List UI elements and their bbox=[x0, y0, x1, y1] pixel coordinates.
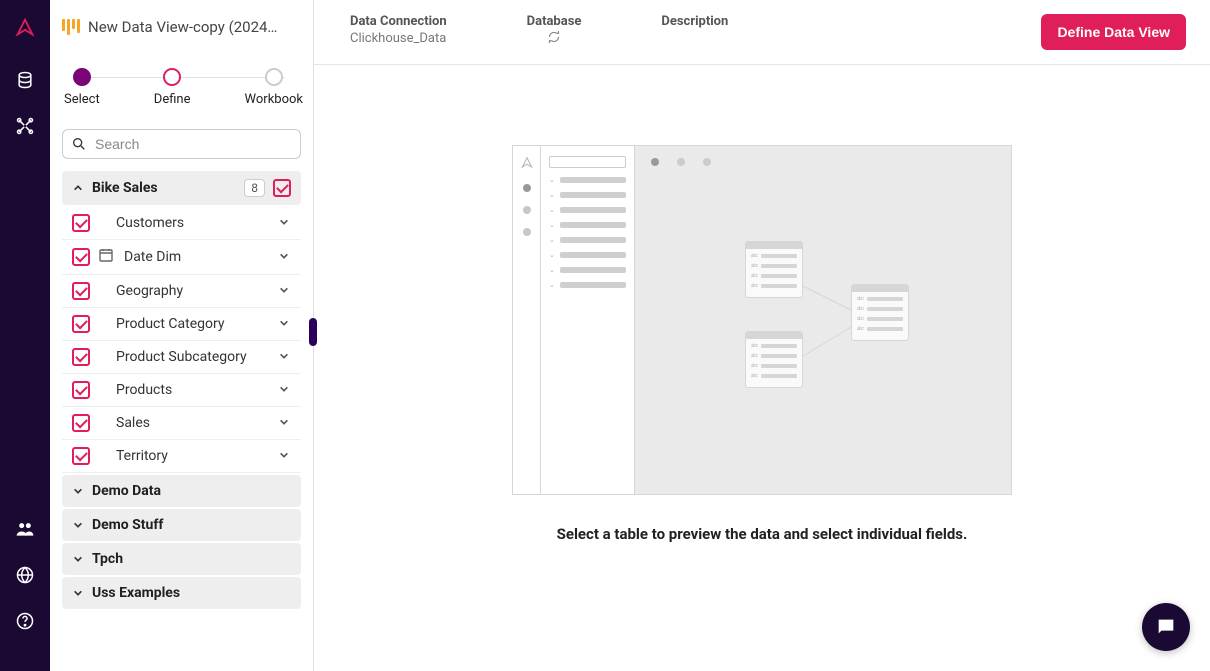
search-input[interactable] bbox=[95, 136, 292, 152]
group-demo-data[interactable]: Demo Data bbox=[62, 475, 301, 507]
nav-views-icon[interactable] bbox=[13, 114, 37, 138]
table-row[interactable]: Sales bbox=[62, 407, 301, 440]
table-checkbox[interactable] bbox=[72, 381, 90, 399]
nav-users-icon[interactable] bbox=[13, 517, 37, 541]
table-checkbox[interactable] bbox=[72, 414, 90, 432]
chevron-down-icon bbox=[279, 448, 291, 464]
chevron-up-icon bbox=[72, 183, 84, 193]
table-row[interactable]: Product Category bbox=[62, 308, 301, 341]
left-panel: New Data View-copy (2024… Select Define … bbox=[50, 0, 314, 671]
chevron-down-icon bbox=[72, 486, 84, 496]
group-count-badge: 8 bbox=[244, 179, 265, 197]
step-select[interactable]: Select bbox=[64, 68, 100, 107]
table-checkbox[interactable] bbox=[72, 447, 90, 465]
meta-description: Description bbox=[661, 14, 728, 29]
nav-rail bbox=[0, 0, 50, 671]
schema-tree: Bike Sales 8 Customers Date Dim Geograph… bbox=[50, 171, 313, 671]
group-checkbox[interactable] bbox=[273, 179, 291, 197]
table-row[interactable]: Territory bbox=[62, 440, 301, 473]
chevron-down-icon bbox=[72, 520, 84, 530]
canvas-area: ⌄ ⌄ ⌄ ⌄ ⌄ ⌄ ⌄ ⌄ abc abc abc abc bbox=[314, 65, 1210, 671]
chevron-down-icon bbox=[279, 415, 291, 431]
empty-state-illustration: ⌄ ⌄ ⌄ ⌄ ⌄ ⌄ ⌄ ⌄ abc abc abc abc bbox=[512, 145, 1012, 495]
table-checkbox[interactable] bbox=[72, 348, 90, 366]
group-bike-sales[interactable]: Bike Sales 8 bbox=[62, 171, 301, 205]
define-data-view-button[interactable]: Define Data View bbox=[1041, 14, 1186, 50]
step-workbook[interactable]: Workbook bbox=[245, 68, 303, 107]
stepper: Select Define Workbook bbox=[50, 54, 313, 119]
nav-connections-icon[interactable] bbox=[13, 68, 37, 92]
group-tpch[interactable]: Tpch bbox=[62, 543, 301, 575]
chevron-down-icon bbox=[279, 316, 291, 332]
table-row[interactable]: Date Dim bbox=[62, 240, 301, 275]
meta-database: Database bbox=[527, 14, 582, 46]
calendar-icon bbox=[98, 247, 114, 267]
group-uss-examples[interactable]: Uss Examples bbox=[62, 577, 301, 609]
step-define[interactable]: Define bbox=[154, 68, 191, 107]
panel-resize-handle[interactable] bbox=[309, 318, 317, 346]
table-checkbox[interactable] bbox=[72, 248, 90, 266]
table-row[interactable]: Customers bbox=[62, 207, 301, 240]
chevron-down-icon bbox=[279, 283, 291, 299]
table-checkbox[interactable] bbox=[72, 282, 90, 300]
chevron-down-icon bbox=[279, 382, 291, 398]
nav-globe-icon[interactable] bbox=[13, 563, 37, 587]
view-title-text: New Data View-copy (2024… bbox=[88, 18, 277, 36]
meta-connection: Data Connection Clickhouse_Data bbox=[350, 14, 447, 46]
table-row[interactable]: Products bbox=[62, 374, 301, 407]
main-area: Data Connection Clickhouse_Data Database… bbox=[314, 0, 1210, 671]
data-view-icon bbox=[62, 19, 80, 35]
table-row[interactable]: Product Subcategory bbox=[62, 341, 301, 374]
refresh-icon[interactable] bbox=[527, 31, 582, 46]
table-checkbox[interactable] bbox=[72, 315, 90, 333]
search-box[interactable] bbox=[62, 129, 301, 159]
chevron-down-icon bbox=[279, 215, 291, 231]
chevron-down-icon bbox=[279, 349, 291, 365]
table-row[interactable]: Geography bbox=[62, 275, 301, 308]
chat-widget-button[interactable] bbox=[1142, 603, 1190, 651]
view-title: New Data View-copy (2024… bbox=[50, 0, 313, 54]
chevron-down-icon bbox=[72, 588, 84, 598]
nav-help-icon[interactable] bbox=[13, 609, 37, 633]
group-demo-stuff[interactable]: Demo Stuff bbox=[62, 509, 301, 541]
chevron-down-icon bbox=[279, 249, 291, 265]
search-icon bbox=[71, 136, 87, 152]
topbar: Data Connection Clickhouse_Data Database… bbox=[314, 0, 1210, 65]
empty-state-caption: Select a table to preview the data and s… bbox=[557, 525, 968, 543]
app-logo[interactable] bbox=[13, 16, 37, 40]
table-checkbox[interactable] bbox=[72, 214, 90, 232]
chevron-down-icon bbox=[72, 554, 84, 564]
